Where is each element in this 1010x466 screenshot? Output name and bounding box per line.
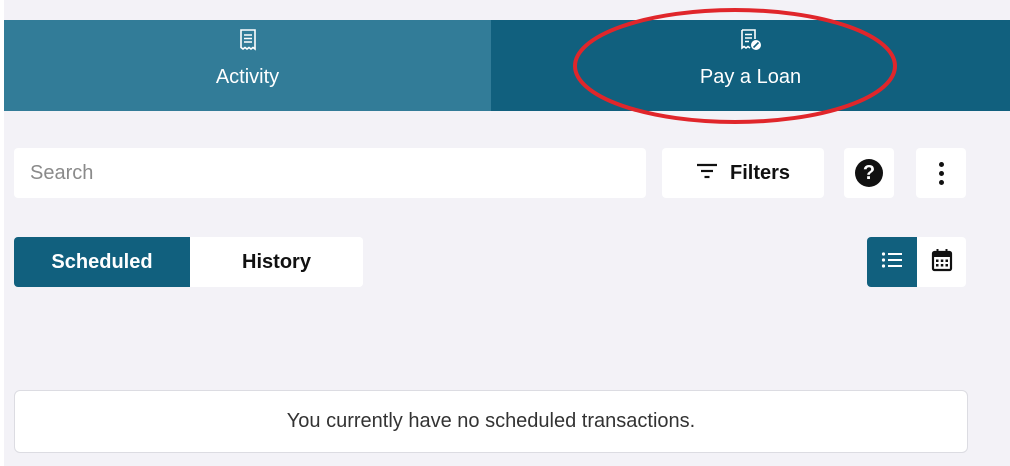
view-mode-toggle <box>867 237 966 287</box>
more-vertical-icon <box>938 161 944 167</box>
app-frame: Activity Pay a Loan Search Filters ? Sch… <box>4 0 1010 466</box>
help-button[interactable]: ? <box>844 148 894 198</box>
help-circle-icon: ? <box>855 159 883 187</box>
scheduled-history-toggle: Scheduled History <box>14 237 363 287</box>
tab-pay-a-loan[interactable]: Pay a Loan <box>491 20 1010 111</box>
receipt-icon <box>239 28 257 52</box>
top-tab-bar: Activity Pay a Loan <box>4 20 1010 111</box>
filters-button[interactable]: Filters <box>662 148 824 198</box>
tab-activity[interactable]: Activity <box>4 20 491 111</box>
receipt-pay-icon <box>740 28 762 52</box>
more-options-button[interactable] <box>916 148 966 198</box>
search-input[interactable] <box>14 148 646 198</box>
scheduled-tab[interactable]: Scheduled <box>14 237 190 287</box>
calendar-view-button[interactable] <box>917 237 966 287</box>
history-tab[interactable]: History <box>190 237 363 287</box>
list-view-button[interactable] <box>867 237 917 287</box>
filter-icon <box>696 162 718 185</box>
empty-state-message: You currently have no scheduled transact… <box>286 410 696 432</box>
filters-label: Filters <box>729 161 791 184</box>
tab-activity-label: Activity <box>215 66 280 88</box>
list-icon <box>881 251 903 274</box>
tab-pay-a-loan-label: Pay a Loan <box>699 66 802 88</box>
calendar-icon <box>931 248 953 277</box>
empty-state-card: You currently have no scheduled transact… <box>14 390 968 453</box>
